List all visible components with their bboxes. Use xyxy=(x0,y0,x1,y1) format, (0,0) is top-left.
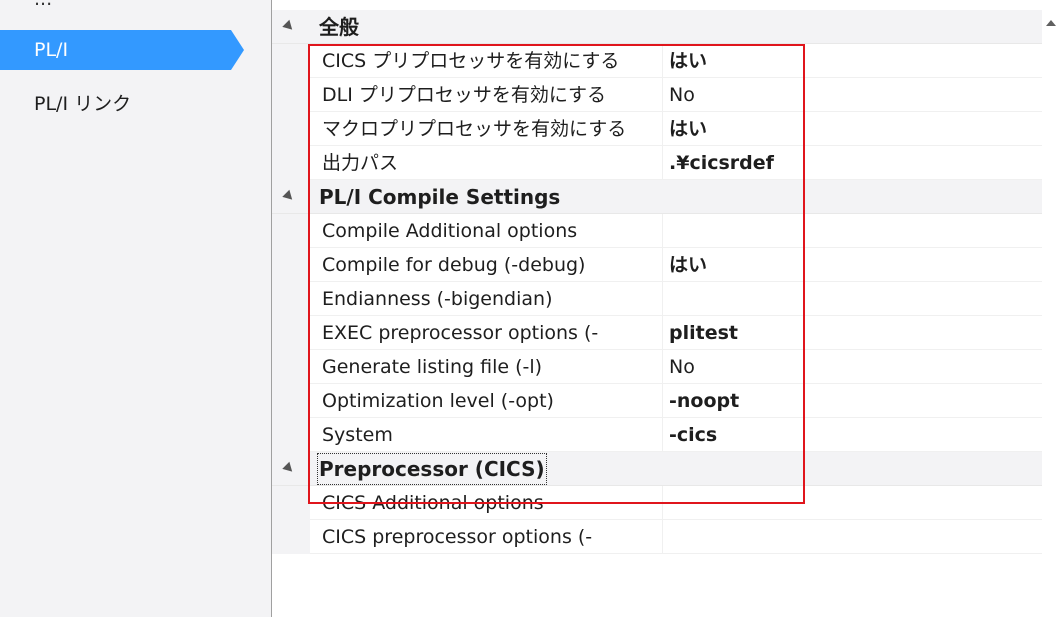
property-value[interactable]: はい xyxy=(669,44,707,78)
property-row[interactable]: Endianness (-bigendian) xyxy=(272,282,1042,316)
property-name: DLI プリプロセッサを有効にする xyxy=(322,84,607,106)
collapse-icon[interactable] xyxy=(282,19,296,34)
row-gutter xyxy=(272,520,310,554)
property-row[interactable]: CICS プリプロセッサを有効にする はい xyxy=(272,44,1042,78)
property-row[interactable]: Compile for debug (-debug) はい xyxy=(272,248,1042,282)
column-divider xyxy=(662,384,663,418)
property-name: マクロプリプロセッサを有効にする xyxy=(322,118,627,140)
property-name: Compile Additional options xyxy=(322,220,578,242)
property-value[interactable]: .¥cicsrdef xyxy=(669,146,774,180)
row-gutter xyxy=(272,78,310,112)
row-gutter xyxy=(272,112,310,146)
row-gutter xyxy=(272,486,310,520)
collapse-icon[interactable] xyxy=(282,189,296,204)
property-grid: 全般 CICS プリプロセッサを有効にする はい DLI プリプロセッサを有効に… xyxy=(272,10,1042,554)
column-divider xyxy=(662,316,663,350)
row-gutter xyxy=(272,418,310,452)
property-row[interactable]: CICS preprocessor options (- xyxy=(272,520,1042,554)
property-value[interactable]: はい xyxy=(669,112,707,146)
column-divider xyxy=(662,520,663,554)
column-divider xyxy=(662,78,663,112)
category-general[interactable]: 全般 xyxy=(272,10,1042,44)
property-name: Endianness (-bigendian) xyxy=(322,288,553,310)
column-divider xyxy=(662,418,663,452)
property-row[interactable]: Compile Additional options xyxy=(272,214,1042,248)
category-label: 全般 xyxy=(319,15,359,39)
property-value[interactable]: plitest xyxy=(669,316,738,350)
nav-item-clipped: ... xyxy=(34,0,52,10)
settings-nav: ... PL/I PL/I リンク xyxy=(0,0,272,617)
property-row[interactable]: System -cics xyxy=(272,418,1042,452)
nav-item-pli[interactable]: PL/I xyxy=(0,30,244,70)
property-value[interactable]: No xyxy=(669,350,695,384)
property-row[interactable]: CICS Additional options xyxy=(272,486,1042,520)
column-divider xyxy=(662,282,663,316)
category-label: Preprocessor (CICS) xyxy=(316,452,548,486)
column-divider xyxy=(662,350,663,384)
property-row[interactable]: Generate listing file (-l) No xyxy=(272,350,1042,384)
category-pli-compile-settings[interactable]: PL/I Compile Settings xyxy=(272,180,1042,214)
row-gutter xyxy=(272,146,310,180)
property-value[interactable]: -noopt xyxy=(669,384,739,418)
property-name: CICS preprocessor options (- xyxy=(322,526,593,548)
property-value[interactable]: No xyxy=(669,78,695,112)
vertical-scrollbar[interactable] xyxy=(1042,10,1058,617)
category-label: PL/I Compile Settings xyxy=(319,185,561,209)
scroll-up-icon[interactable] xyxy=(1046,20,1056,26)
column-divider xyxy=(662,44,663,78)
collapse-icon[interactable] xyxy=(282,461,296,476)
row-gutter xyxy=(272,44,310,78)
property-name: 出力パス xyxy=(322,152,399,174)
column-divider xyxy=(662,248,663,282)
nav-item-pli-link[interactable]: PL/I リンク xyxy=(0,84,240,124)
property-row[interactable]: EXEC preprocessor options (- plitest xyxy=(272,316,1042,350)
property-name: CICS Additional options xyxy=(322,492,544,514)
column-divider xyxy=(662,146,663,180)
row-gutter xyxy=(272,282,310,316)
property-name: CICS プリプロセッサを有効にする xyxy=(322,50,620,72)
property-name: Compile for debug (-debug) xyxy=(322,254,586,276)
column-divider xyxy=(662,486,663,520)
row-gutter xyxy=(272,214,310,248)
row-gutter xyxy=(272,316,310,350)
property-name: EXEC preprocessor options (- xyxy=(322,322,599,344)
property-name: Optimization level (-opt) xyxy=(322,390,554,412)
row-gutter xyxy=(272,350,310,384)
property-value[interactable]: はい xyxy=(669,248,707,282)
column-divider xyxy=(662,214,663,248)
property-row[interactable]: マクロプリプロセッサを有効にする はい xyxy=(272,112,1042,146)
column-divider xyxy=(662,112,663,146)
property-row[interactable]: DLI プリプロセッサを有効にする No xyxy=(272,78,1042,112)
property-row[interactable]: 出力パス .¥cicsrdef xyxy=(272,146,1042,180)
property-name: Generate listing file (-l) xyxy=(322,356,543,378)
row-gutter xyxy=(272,248,310,282)
category-preprocessor-cics[interactable]: Preprocessor (CICS) xyxy=(272,452,1042,486)
property-value[interactable]: -cics xyxy=(669,418,717,452)
property-row[interactable]: Optimization level (-opt) -noopt xyxy=(272,384,1042,418)
property-name: System xyxy=(322,424,393,446)
row-gutter xyxy=(272,384,310,418)
